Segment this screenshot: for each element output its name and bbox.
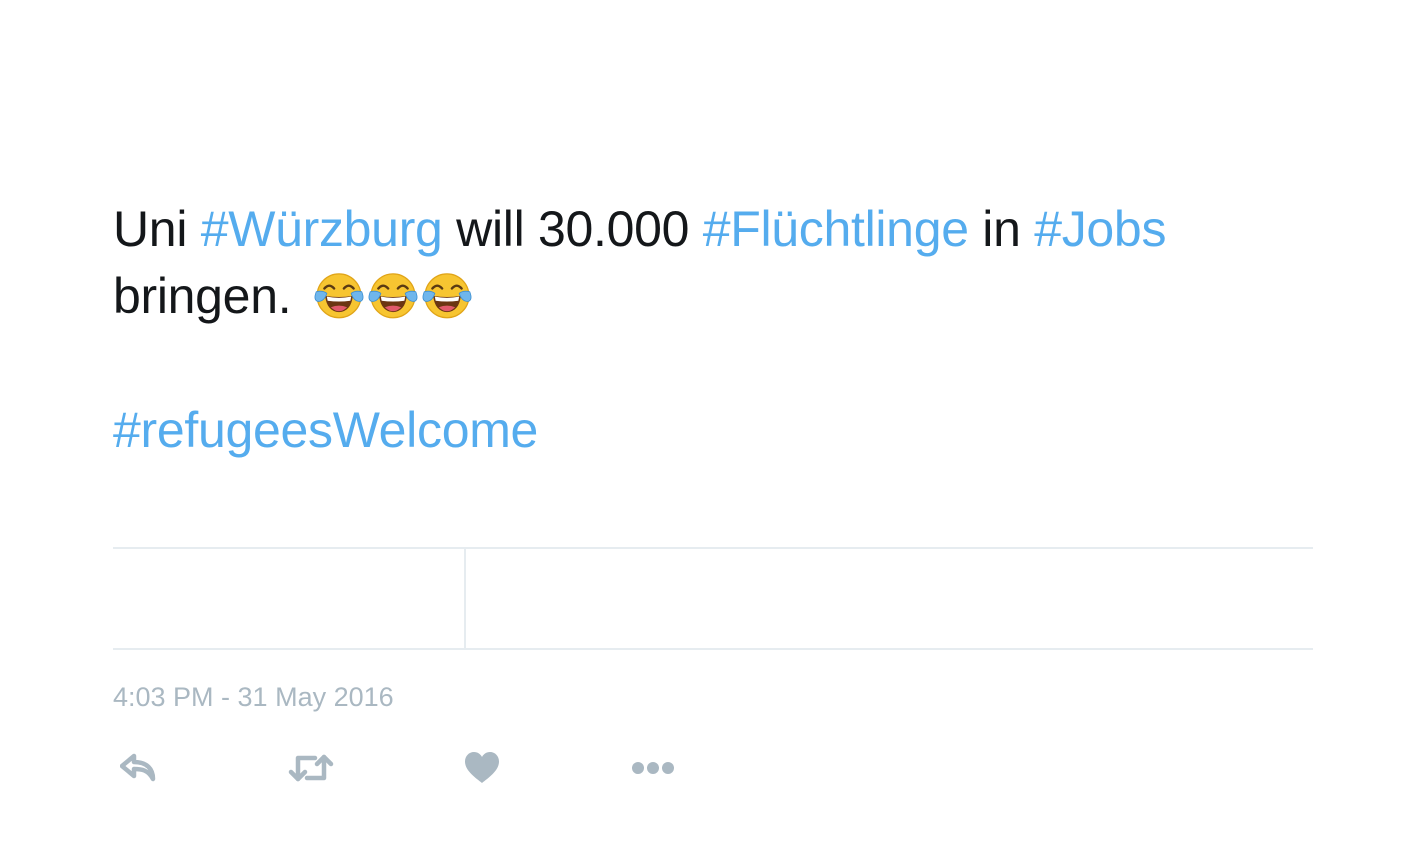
face-with-tears-of-joy-emoji <box>314 273 364 319</box>
retweet-icon <box>288 754 334 782</box>
text-segment: will 30.000 <box>442 201 703 257</box>
text-segment: Uni <box>113 201 201 257</box>
more-dots-icon <box>632 762 674 774</box>
like-button[interactable] <box>460 745 504 791</box>
reply-button[interactable] <box>114 745 162 791</box>
face-with-tears-of-joy-emoji <box>422 273 472 319</box>
tweet-timestamp[interactable]: 4:03 PM - 31 May 2016 <box>113 680 394 714</box>
tweet-text-line-1: Uni #Würzburg will 30.000 #Flüchtlinge i… <box>113 196 1313 263</box>
hashtag-wurzburg[interactable]: #Würzburg <box>201 201 443 257</box>
tweet-text: Uni #Würzburg will 30.000 #Flüchtlinge i… <box>113 196 1313 464</box>
hashtag-jobs[interactable]: #Jobs <box>1034 201 1166 257</box>
face-with-tears-of-joy-emoji <box>368 273 418 319</box>
retweet-button[interactable] <box>286 745 336 791</box>
tweet-text-line-2: bringen. <box>113 263 1313 330</box>
emoji-group <box>313 268 475 324</box>
tweet-card: Uni #Würzburg will 30.000 #Flüchtlinge i… <box>0 0 1418 851</box>
reply-icon <box>120 753 156 782</box>
tweet-text-line-3: #refugeesWelcome <box>113 397 1313 464</box>
hashtag-fluechtlinge[interactable]: #Flüchtlinge <box>703 201 969 257</box>
text-segment: bringen. <box>113 268 292 324</box>
tweet-actions <box>0 745 1418 795</box>
more-button[interactable] <box>628 745 678 791</box>
like-heart-icon <box>465 752 499 783</box>
stats-divider-bottom <box>113 648 1313 650</box>
text-segment: in <box>968 201 1035 257</box>
stats-cell-likes <box>466 549 1313 648</box>
hashtag-refugeeswelcome[interactable]: #refugeesWelcome <box>113 402 538 458</box>
stats-cell-retweets <box>113 549 464 648</box>
